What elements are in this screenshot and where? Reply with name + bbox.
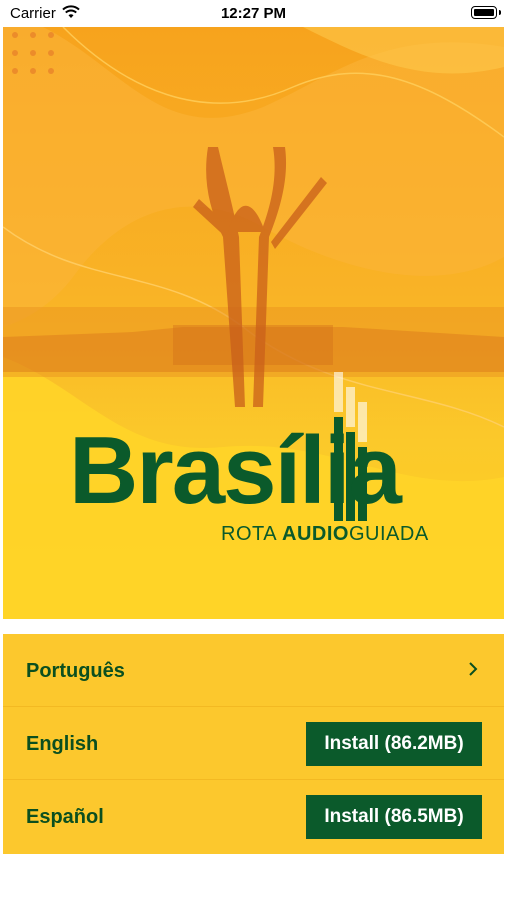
- subtitle-guiada: GUIADA: [348, 523, 429, 545]
- language-label: Português: [26, 660, 125, 682]
- language-row-espanol: Español Install (86.5MB): [3, 780, 504, 853]
- language-label: English: [26, 733, 99, 755]
- chevron-right-icon: [469, 662, 478, 676]
- hero-title: Brasília: [69, 417, 402, 524]
- battery-icon: [471, 6, 497, 19]
- clock: 12:27 PM: [220, 5, 287, 22]
- hero-banner: Brasília ROTA AUDIOGUIADA: [3, 27, 504, 619]
- subtitle-audio: AUDIO: [282, 523, 349, 545]
- install-english-button[interactable]: Install (86.2MB): [306, 722, 482, 766]
- hero-subtitle: ROTA AUDIOGUIADA: [221, 523, 429, 546]
- language-list: Português English Install (86.2MB) Españ…: [3, 634, 504, 854]
- install-espanol-button[interactable]: Install (86.5MB): [306, 795, 482, 839]
- status-bar: Carrier 12:27 PM: [0, 0, 507, 26]
- language-row-english: English Install (86.2MB): [3, 707, 504, 780]
- language-row-portugues[interactable]: Português: [3, 634, 504, 707]
- subtitle-rota: ROTA: [221, 523, 276, 545]
- language-label: Español: [26, 806, 104, 828]
